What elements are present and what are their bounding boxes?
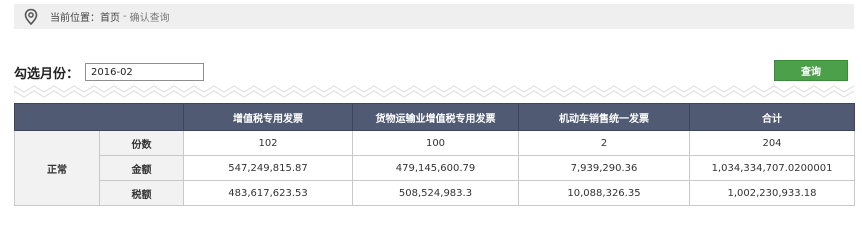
breadcrumb: 当前位置： 首页 - 确认查询 (14, 4, 854, 29)
column-header-vat-special: 增值税专用发票 (183, 103, 353, 131)
map-pin-icon (24, 8, 38, 25)
breadcrumb-current-page: 确认查询 (129, 13, 170, 24)
row-label-count: 份数 (99, 130, 184, 156)
table-cell: 1,002,230,933.18 (689, 180, 855, 206)
table-row: 正常 份数 102 100 2 204 (14, 130, 855, 206)
table-cell: 547,249,815.87 (183, 155, 353, 181)
table-cell: 479,145,600.79 (352, 155, 519, 181)
table-cell: 100 (352, 130, 519, 156)
table-row: 税额 483,617,623.53 508,524,983.3 10,088,3… (15, 180, 855, 206)
month-input[interactable] (85, 63, 205, 81)
table-cell: 1,034,334,707.0200001 (689, 155, 855, 181)
table-cell: 508,524,983.3 (352, 180, 519, 206)
table-cell: 7,939,290.36 (518, 155, 690, 181)
breadcrumb-location-label: 当前位置： (50, 13, 100, 24)
column-header-total: 合计 (689, 103, 855, 131)
table-header-blank (14, 103, 184, 131)
table-row: 金额 547,249,815.87 479,145,600.79 7,939,2… (15, 155, 855, 181)
table-cell: 204 (689, 130, 855, 156)
table-cell: 483,617,623.53 (183, 180, 353, 206)
row-label-tax: 税额 (99, 180, 184, 206)
table-cell: 2 (518, 130, 690, 156)
status-group-label: 正常 (14, 130, 100, 206)
table-cell: 10,088,326.35 (518, 180, 690, 206)
row-label-amount: 金额 (99, 155, 184, 181)
month-filter-label: 勾选月份： (14, 66, 80, 82)
query-button[interactable]: 查询 (774, 60, 848, 81)
column-header-motor-vehicle: 机动车销售统一发票 (518, 103, 690, 131)
invoice-summary-table: 增值税专用发票 货物运输业增值税专用发票 机动车销售统一发票 合计 正常 份数 … (14, 103, 855, 206)
breadcrumb-home-link[interactable]: 首页 (100, 9, 120, 24)
column-header-freight-vat: 货物运输业增值税专用发票 (352, 103, 519, 131)
month-filter: 勾选月份： (14, 61, 205, 83)
zigzag-divider (14, 85, 854, 98)
breadcrumb-separator: - (123, 11, 127, 22)
table-header-row: 增值税专用发票 货物运输业增值税专用发票 机动车销售统一发票 合计 (14, 103, 855, 131)
table-cell: 102 (183, 130, 353, 156)
